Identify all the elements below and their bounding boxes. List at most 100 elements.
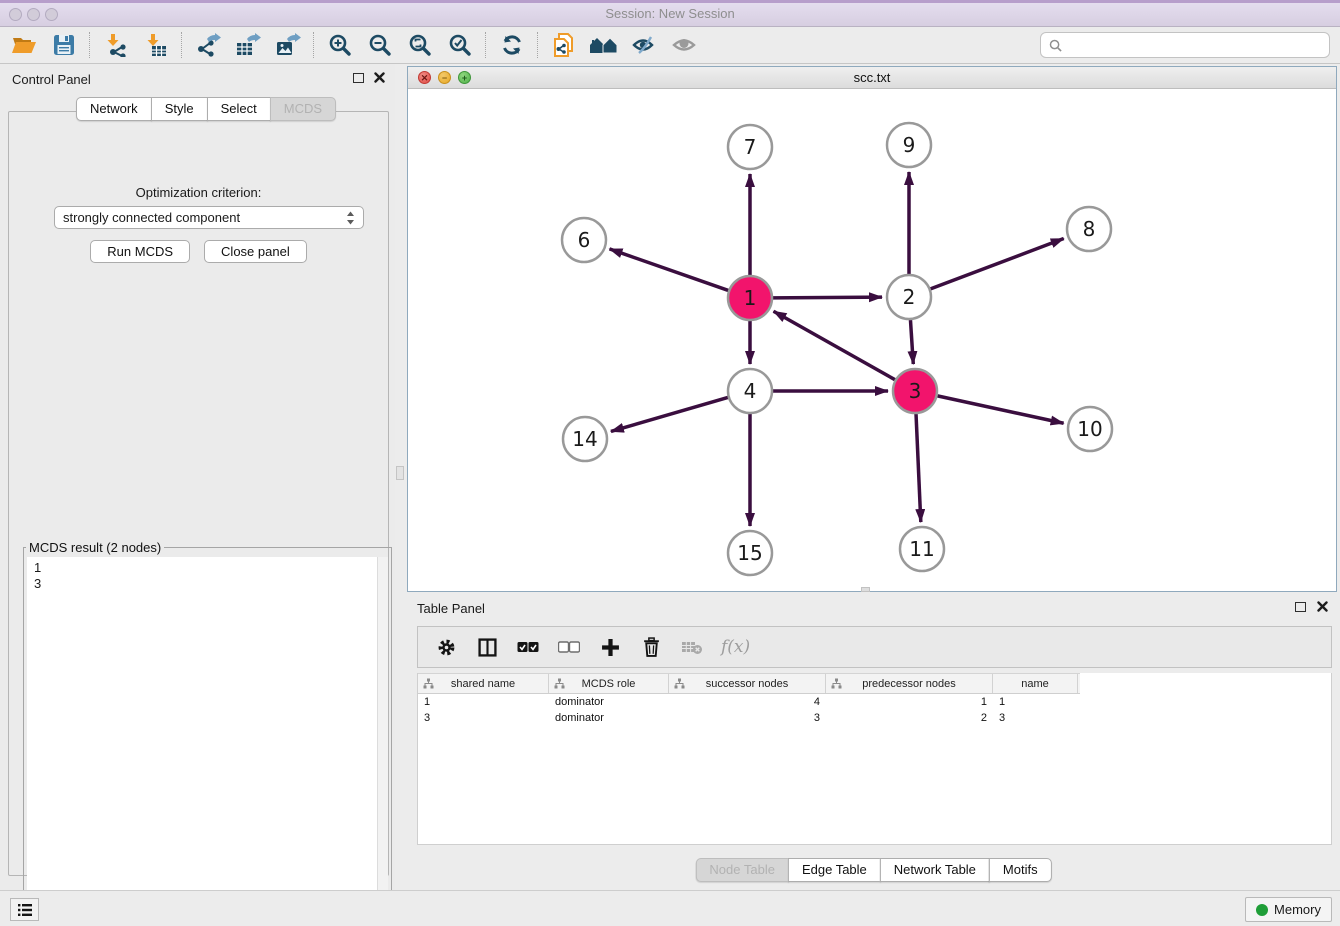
export-image-icon — [275, 33, 301, 57]
clone-network-button[interactable] — [548, 31, 579, 59]
column-header-successor-nodes[interactable]: successor nodes — [669, 674, 826, 693]
cell-successor-nodes: 3 — [669, 712, 826, 724]
graph-node-10[interactable]: 10 — [1068, 407, 1112, 451]
float-table-panel-icon[interactable] — [1295, 602, 1306, 612]
tab-motifs[interactable]: Motifs — [989, 858, 1052, 882]
graph-node-2[interactable]: 2 — [887, 275, 931, 319]
edge-1-2[interactable] — [773, 297, 882, 298]
window-resize-handle[interactable] — [861, 587, 870, 592]
column-type-icon — [831, 678, 842, 689]
edge-3-10[interactable] — [937, 396, 1063, 423]
column-header-name[interactable]: name — [993, 674, 1078, 693]
table-row[interactable]: 3dominator323 — [418, 710, 1331, 726]
table-row[interactable]: 1dominator411 — [418, 694, 1331, 710]
tab-select[interactable]: Select — [207, 97, 271, 121]
export-table-button[interactable] — [232, 31, 263, 59]
zoom-in-icon — [328, 33, 352, 57]
import-network-button[interactable] — [100, 31, 131, 59]
search-field[interactable] — [1040, 32, 1330, 58]
svg-text:3: 3 — [909, 379, 922, 403]
import-table-button[interactable] — [140, 31, 171, 59]
tab-style[interactable]: Style — [151, 97, 208, 121]
graph-node-1[interactable]: 1 — [728, 276, 772, 320]
graph-node-8[interactable]: 8 — [1067, 207, 1111, 251]
network-window-titlebar[interactable]: ✕ − + scc.txt — [408, 67, 1336, 89]
search-input[interactable] — [1067, 38, 1321, 53]
svg-text:8: 8 — [1083, 217, 1096, 241]
column-header-MCDS-role[interactable]: MCDS role — [549, 674, 669, 693]
table-panel-tabs: Node TableEdge TableNetwork TableMotifs — [695, 858, 1051, 882]
criterion-dropdown[interactable]: strongly connected component — [54, 206, 364, 229]
column-header-predecessor-nodes[interactable]: predecessor nodes — [826, 674, 993, 693]
status-bar: Memory — [0, 890, 1340, 926]
application-window: Session: New Session — [0, 0, 1340, 926]
svg-text:15: 15 — [737, 541, 762, 565]
plus-icon — [601, 638, 620, 657]
float-panel-icon[interactable] — [353, 73, 364, 83]
select-all-columns-button[interactable] — [516, 635, 540, 659]
tab-network-table[interactable]: Network Table — [880, 858, 990, 882]
cell-name: 1 — [993, 696, 1078, 708]
control-panel: Control Panel Optimization criterion: st… — [0, 64, 395, 890]
task-history-button[interactable] — [10, 898, 39, 921]
first-neighbors-button[interactable] — [588, 31, 619, 59]
cell-shared-name: 1 — [418, 696, 549, 708]
export-image-button[interactable] — [272, 31, 303, 59]
close-table-panel-icon[interactable] — [1317, 601, 1328, 612]
window-title: Session: New Session — [0, 6, 1340, 21]
run-mcds-button[interactable]: Run MCDS — [90, 240, 190, 263]
graph-node-14[interactable]: 14 — [563, 417, 607, 461]
close-panel-icon[interactable] — [374, 72, 385, 83]
edge-1-6[interactable] — [609, 249, 728, 291]
refresh-button[interactable] — [496, 31, 527, 59]
panel-splitter-handle[interactable] — [396, 466, 404, 480]
network-graph-canvas[interactable]: 7 9 6 8 1 2 4 3 14 10 15 11 — [408, 89, 1336, 591]
graph-node-9[interactable]: 9 — [887, 123, 931, 167]
zoom-selected-icon — [448, 33, 472, 57]
close-panel-button[interactable]: Close panel — [204, 240, 307, 263]
mcds-result-text[interactable]: 1 3 — [27, 557, 377, 908]
table-body: 1dominator4113dominator323 — [418, 694, 1331, 726]
refresh-icon — [500, 33, 524, 57]
zoom-in-button[interactable] — [324, 31, 355, 59]
mcds-panel: Optimization criterion: strongly connect… — [8, 111, 389, 876]
save-session-button[interactable] — [48, 31, 79, 59]
create-column-button[interactable] — [598, 635, 622, 659]
graph-node-3[interactable]: 3 — [893, 369, 937, 413]
memory-button[interactable]: Memory — [1245, 897, 1332, 922]
unselect-all-columns-button[interactable] — [557, 635, 581, 659]
graph-node-11[interactable]: 11 — [900, 527, 944, 571]
tab-network[interactable]: Network — [76, 97, 152, 121]
edge-3-1[interactable] — [774, 311, 895, 379]
show-all-button[interactable] — [668, 31, 699, 59]
tab-mcds[interactable]: MCDS — [270, 97, 336, 121]
graph-node-4[interactable]: 4 — [728, 369, 772, 413]
zoom-fit-button[interactable] — [404, 31, 435, 59]
tab-node-table[interactable]: Node Table — [695, 858, 789, 882]
export-network-button[interactable] — [192, 31, 223, 59]
table-toolbar: f(x) — [417, 626, 1332, 668]
function-builder-button-disabled: f(x) — [721, 637, 750, 657]
hide-selected-button[interactable] — [628, 31, 659, 59]
zoom-out-button[interactable] — [364, 31, 395, 59]
tab-edge-table[interactable]: Edge Table — [788, 858, 881, 882]
zoom-selected-button[interactable] — [444, 31, 475, 59]
zoom-out-icon — [368, 33, 392, 57]
column-header-shared-name[interactable]: shared name — [418, 674, 549, 693]
graph-node-15[interactable]: 15 — [728, 531, 772, 575]
edge-4-14[interactable] — [611, 397, 728, 431]
cell-predecessor-nodes: 1 — [826, 696, 993, 708]
delete-column-button[interactable] — [639, 635, 663, 659]
open-file-button[interactable] — [8, 31, 39, 59]
graph-node-7[interactable]: 7 — [728, 125, 772, 169]
edge-2-8[interactable] — [931, 239, 1064, 289]
import-network-icon — [104, 33, 128, 57]
show-column-panel-button[interactable] — [475, 635, 499, 659]
table-settings-button[interactable] — [434, 635, 458, 659]
edge-3-11[interactable] — [916, 414, 921, 522]
graph-node-6[interactable]: 6 — [562, 218, 606, 262]
edge-2-3[interactable] — [910, 320, 913, 364]
network-window-title: scc.txt — [408, 70, 1336, 85]
result-scrollbar[interactable] — [377, 557, 388, 908]
search-icon — [1049, 39, 1062, 52]
